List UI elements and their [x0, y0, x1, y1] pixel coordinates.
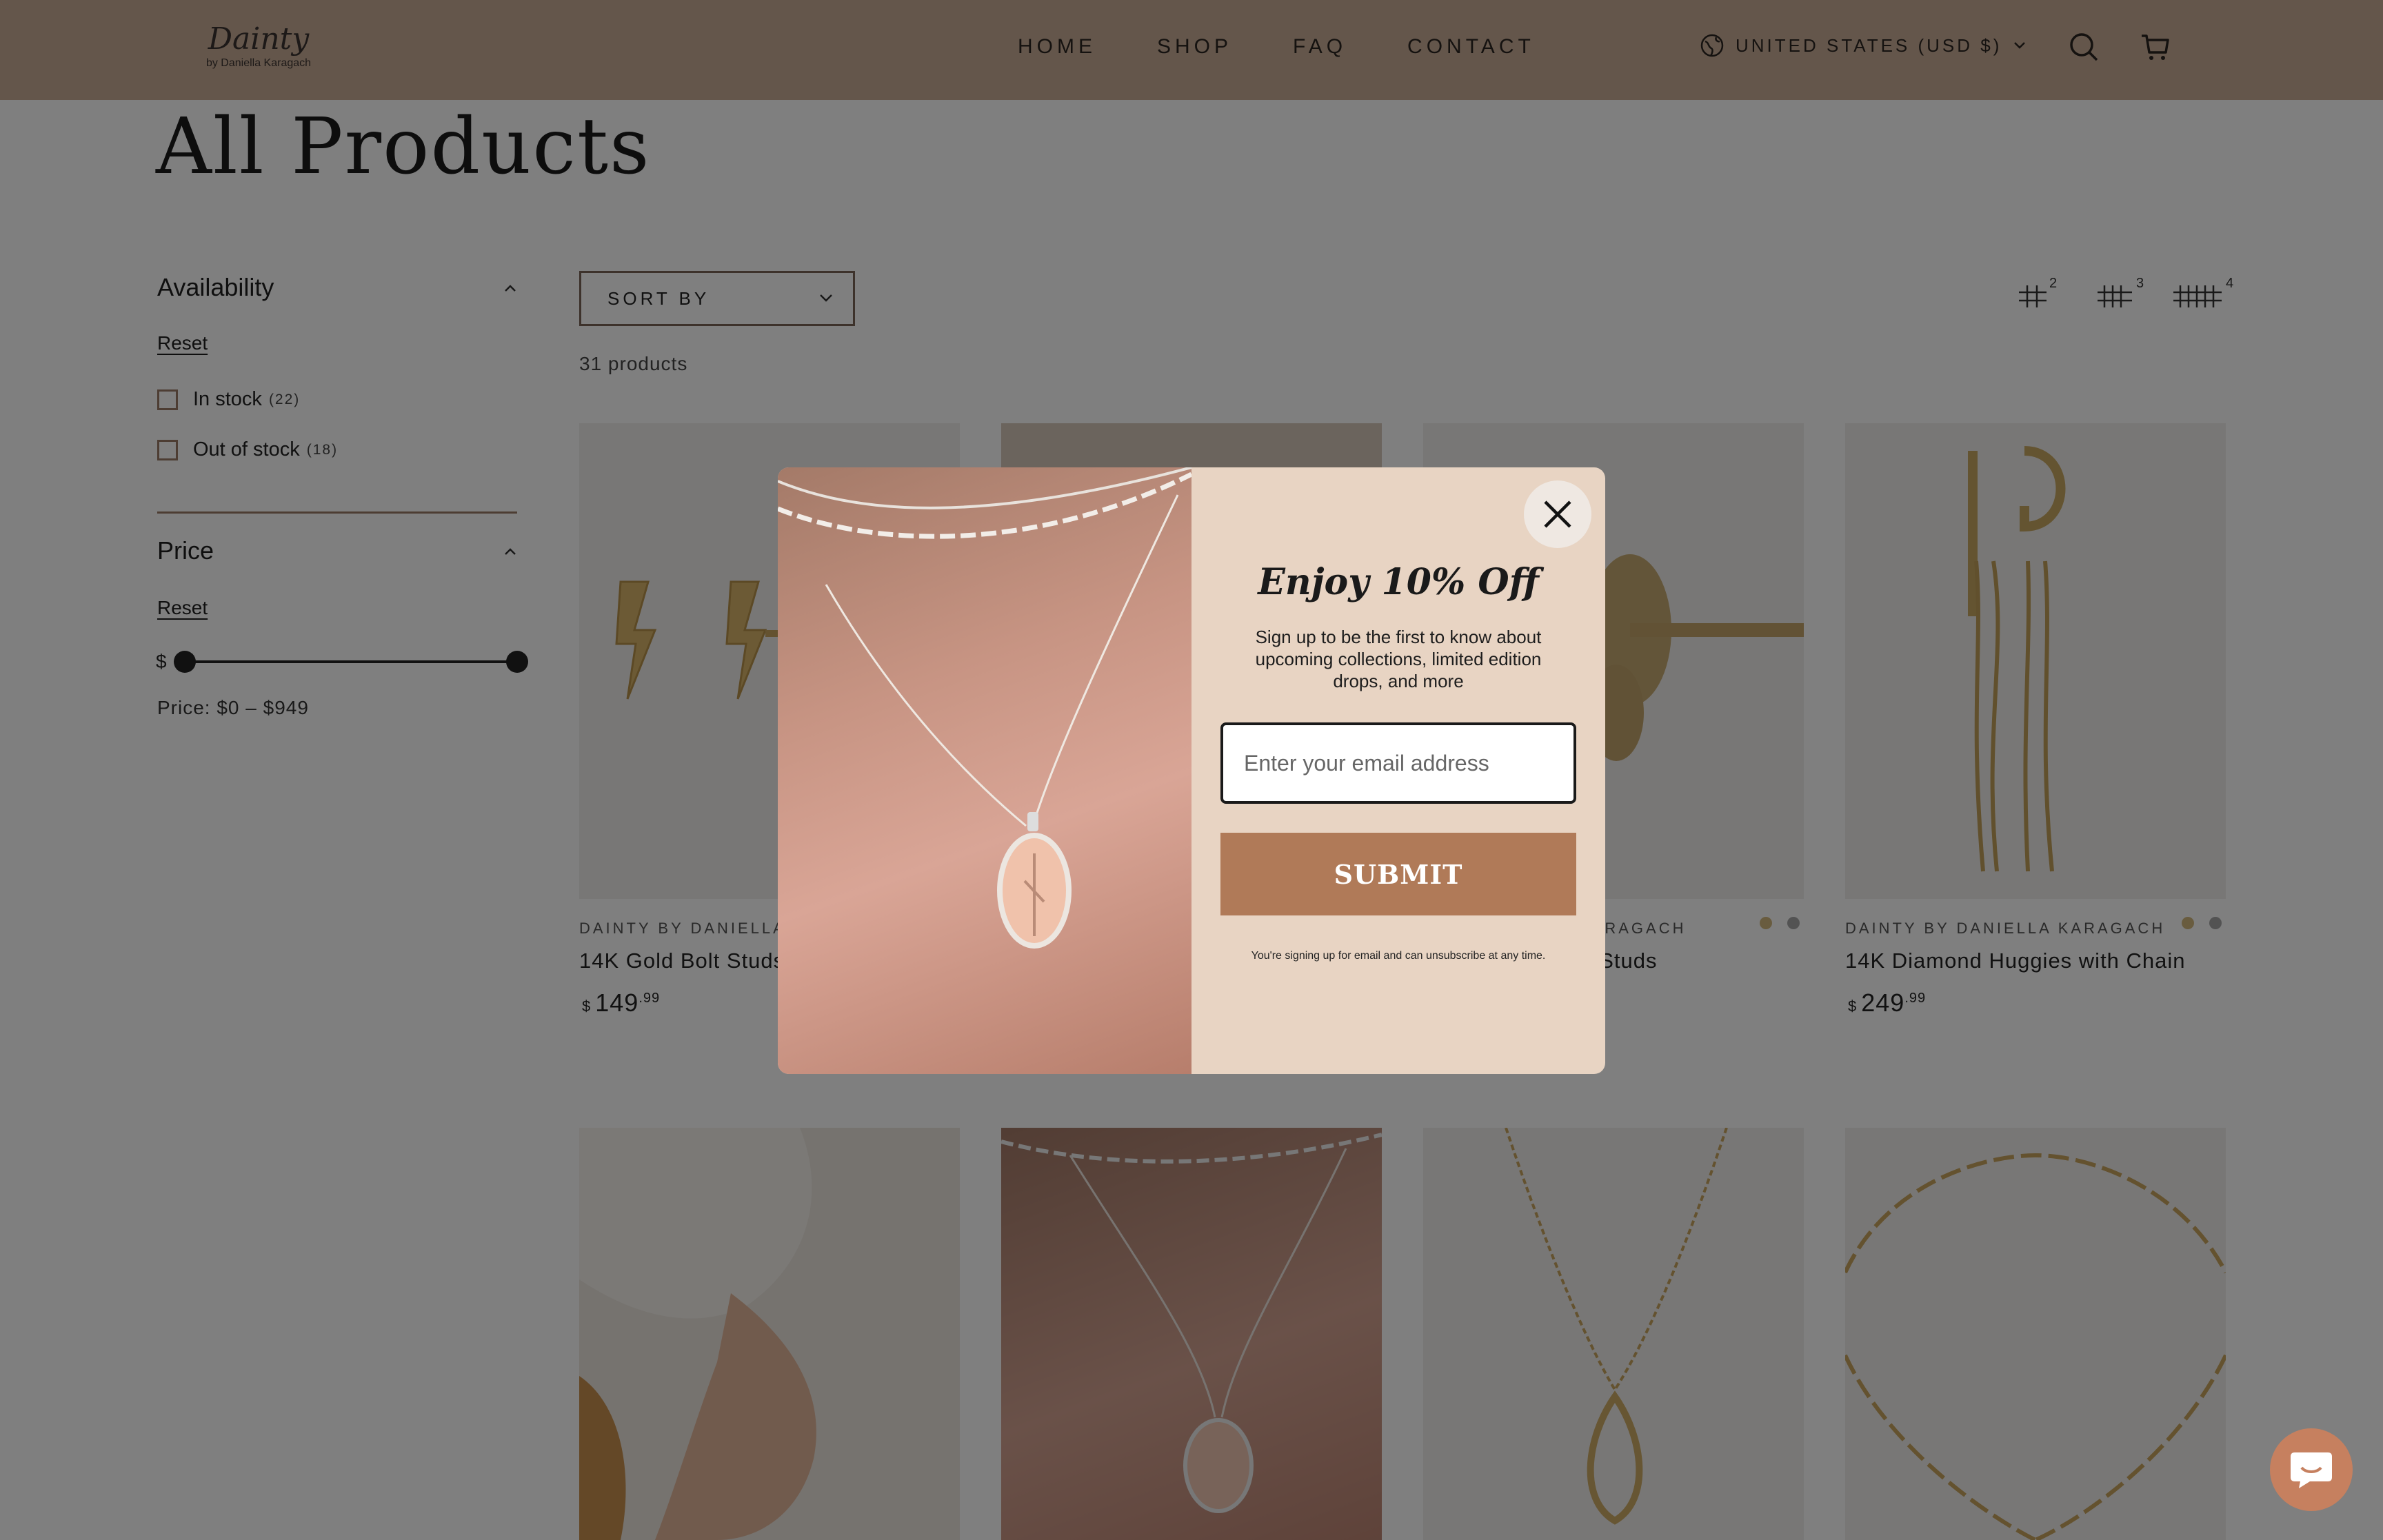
modal-fine-print: You're signing up for email and can unsu… — [1251, 950, 1546, 962]
modal-description: Sign up to be the first to know about up… — [1255, 627, 1542, 691]
chat-icon — [2291, 1452, 2332, 1488]
modal-necklace-image — [778, 467, 1192, 1074]
chat-button[interactable] — [2270, 1428, 2353, 1511]
modal-close-button[interactable] — [1524, 480, 1591, 548]
newsletter-modal: Enjoy 10% Off Sign up to be the first to… — [778, 467, 1605, 1074]
email-field[interactable] — [1220, 722, 1576, 804]
close-icon — [1544, 500, 1571, 528]
submit-button[interactable]: SUBMIT — [1220, 833, 1576, 915]
modal-title: Enjoy 10% Off — [1258, 561, 1539, 603]
